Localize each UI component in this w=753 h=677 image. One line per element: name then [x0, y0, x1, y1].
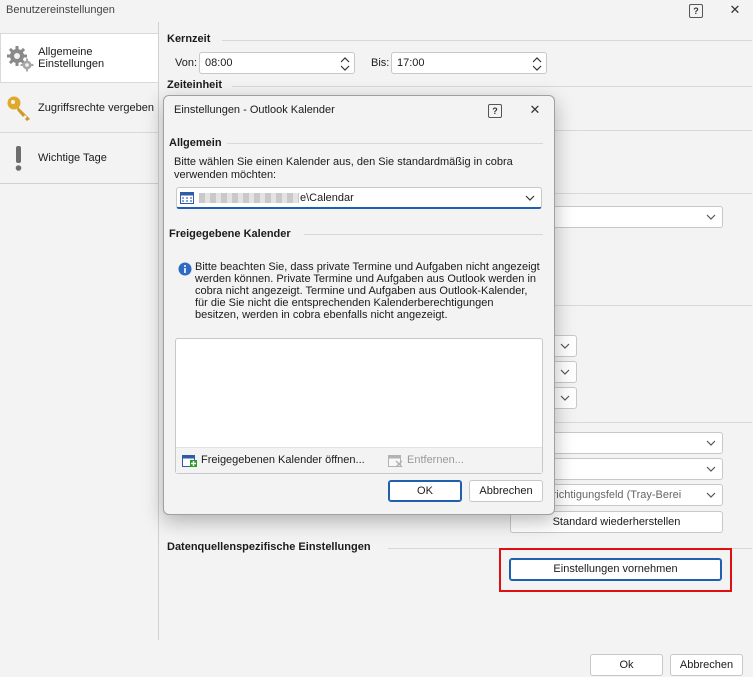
- sidebar-item-access-rights[interactable]: Zugriffsrechte vergeben: [0, 83, 158, 133]
- close-icon[interactable]: ✕: [728, 3, 742, 17]
- chevron-down-icon: [560, 343, 570, 349]
- dialog-ok-button[interactable]: OK: [388, 480, 462, 502]
- sidebar-item-label: Allgemeine Einstellungen: [38, 46, 105, 70]
- zeiteinheit-heading: Zeiteinheit: [167, 79, 223, 91]
- divider: [304, 234, 543, 235]
- shared-calendars-heading: Freigegebene Kalender: [169, 228, 291, 240]
- divider: [555, 193, 752, 194]
- sidebar-item-important-days[interactable]: Wichtige Tage: [0, 133, 158, 183]
- divider: [232, 86, 752, 87]
- dialog-title: Einstellungen - Outlook Kalender: [174, 104, 335, 116]
- sidebar-divider: [0, 183, 158, 184]
- settings-button[interactable]: Einstellungen vornehmen: [509, 558, 722, 581]
- exclamation-icon: [4, 143, 34, 173]
- window-title: Benutzereinstellungen: [6, 4, 115, 16]
- calendar-value-wrap: e\Calendar: [199, 192, 354, 204]
- von-label: Von:: [175, 57, 198, 69]
- open-shared-calendar-button[interactable]: Freigegebenen Kalender öffnen...: [201, 454, 365, 466]
- sidebar-item-general[interactable]: Allgemeine Einstellungen: [0, 33, 158, 83]
- key-icon: [4, 93, 34, 123]
- chevron-down-icon: [560, 369, 570, 375]
- von-time-field[interactable]: 08:00: [199, 52, 355, 74]
- close-icon[interactable]: ✕: [528, 103, 542, 117]
- chevron-down-icon: [706, 466, 716, 472]
- chevron-down-icon: [560, 395, 570, 401]
- divider: [555, 305, 752, 306]
- divider: [555, 130, 752, 131]
- info-icon: [178, 262, 192, 279]
- bis-label: Bis:: [371, 57, 390, 69]
- cancel-button[interactable]: Abbrechen: [670, 654, 743, 676]
- chevron-down-icon: [706, 440, 716, 446]
- chevron-down-icon: [706, 492, 716, 498]
- sidebar-item-label: Zugriffsrechte vergeben: [38, 101, 154, 114]
- divider: [222, 40, 752, 41]
- sidebar: Allgemeine Einstellungen Zugriffsrechte …: [0, 33, 158, 188]
- redacted-account: [199, 193, 299, 204]
- calendar-select[interactable]: e\Calendar: [176, 187, 542, 209]
- calendar-value: e\Calendar: [300, 192, 354, 204]
- chevron-down-icon: [706, 214, 716, 220]
- kernzeit-heading: Kernzeit: [167, 33, 211, 45]
- divider: [555, 422, 752, 423]
- info-text: Bitte beachten Sie, dass private Termine…: [195, 261, 540, 321]
- von-value: 08:00: [205, 57, 233, 69]
- spin-icon[interactable]: [340, 55, 350, 73]
- divider: [227, 143, 543, 144]
- sidebar-item-label: Wichtige Tage: [38, 152, 107, 164]
- dropdown-partial[interactable]: [540, 206, 723, 228]
- shared-calendar-list[interactable]: Freigegebenen Kalender öffnen... Entfern…: [175, 338, 543, 474]
- help-icon[interactable]: ?: [488, 104, 502, 118]
- gear-icon: [5, 43, 34, 73]
- spin-icon[interactable]: [532, 55, 542, 73]
- calendar-grid-icon: [180, 192, 194, 207]
- chevron-down-icon: [525, 195, 535, 201]
- open-shared-calendar-icon[interactable]: [182, 453, 197, 471]
- tray-dropdown-value: chrichtigungsfeld (Tray-Berei: [541, 489, 682, 501]
- outlook-calendar-dialog: Einstellungen - Outlook Kalender ? ✕ All…: [163, 95, 555, 515]
- ok-button[interactable]: Ok: [590, 654, 663, 676]
- dialog-cancel-button[interactable]: Abbrechen: [469, 480, 543, 502]
- title-bar: Benutzereinstellungen ? ✕: [0, 0, 753, 22]
- bis-value: 17:00: [397, 57, 425, 69]
- help-icon[interactable]: ?: [689, 4, 703, 18]
- allgemein-heading: Allgemein: [169, 137, 222, 149]
- datasource-heading: Datenquellenspezifische Einstellungen: [167, 541, 371, 553]
- list-toolbar: Freigegebenen Kalender öffnen... Entfern…: [176, 447, 542, 473]
- bis-time-field[interactable]: 17:00: [391, 52, 547, 74]
- allgemein-text: Bitte wählen Sie einen Kalender aus, den…: [174, 156, 513, 181]
- remove-icon: [388, 453, 403, 471]
- remove-button[interactable]: Entfernen...: [407, 454, 464, 466]
